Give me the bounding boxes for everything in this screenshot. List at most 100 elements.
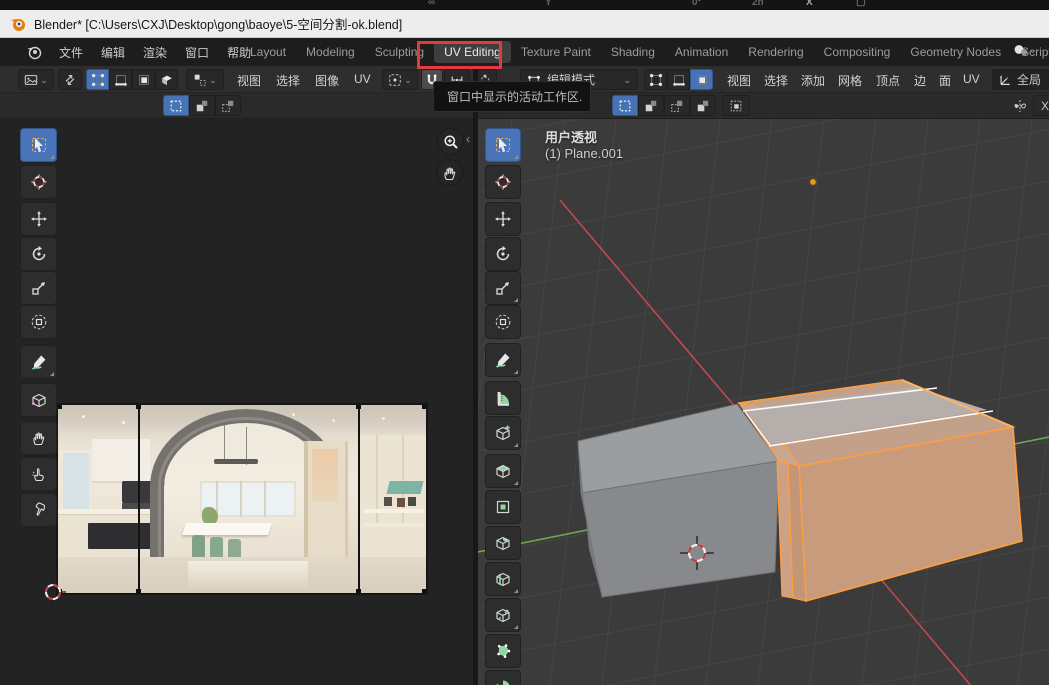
- spin-icon: [495, 679, 511, 685]
- uv-editor-type-dropdown[interactable]: ⌄: [18, 69, 54, 90]
- select-mode-edge-button[interactable]: [667, 69, 690, 90]
- select-mode-set-button[interactable]: [163, 95, 189, 116]
- annotate-tool-icon: [495, 352, 511, 368]
- vp-tool-bevel[interactable]: [485, 526, 521, 560]
- uv-tool-rip-region[interactable]: [20, 383, 57, 417]
- vp-select-mode-difference-button[interactable]: [690, 95, 716, 116]
- vp-select-mode-set-button[interactable]: [612, 95, 638, 116]
- select-mode-face-button[interactable]: [690, 69, 713, 90]
- vp-menu-vertex[interactable]: 顶点: [872, 71, 904, 90]
- tab-modeling[interactable]: Modeling: [296, 41, 365, 63]
- scale-tool-icon: [495, 280, 511, 296]
- pano-oven: [88, 523, 158, 549]
- annotation-highlight-box: [417, 41, 502, 69]
- uv-tool-annotate[interactable]: [20, 345, 57, 379]
- orientation-label: 全局: [1017, 71, 1041, 88]
- cursor-tool-icon: [31, 174, 47, 190]
- uv-select-face-button[interactable]: [132, 69, 155, 90]
- vp-menu-mesh[interactable]: 网格: [834, 71, 866, 90]
- vp-tool-rotate[interactable]: [485, 237, 521, 271]
- vp-tool-knife[interactable]: [485, 598, 521, 632]
- uv-select-edge-button[interactable]: [109, 69, 132, 90]
- vp-tool-annotate[interactable]: [485, 343, 521, 377]
- uv-sticky-selection-dropdown[interactable]: ⌄: [186, 69, 224, 90]
- vp-select-mode-extend-button[interactable]: [638, 95, 664, 116]
- vp-tool-add-cube[interactable]: [485, 416, 521, 450]
- uv-sync-selection-toggle[interactable]: [58, 69, 82, 90]
- uv-tool-pinch[interactable]: [20, 493, 57, 527]
- uv-tool-move[interactable]: [20, 202, 57, 236]
- menu-edit[interactable]: 编辑: [92, 40, 134, 65]
- uv-tool-select-box[interactable]: [20, 128, 57, 162]
- uv-zoom-button[interactable]: [437, 128, 464, 155]
- zoom-icon: [443, 134, 459, 150]
- uv-image-canvas[interactable]: [56, 403, 428, 595]
- viewport-3d-scene[interactable]: [478, 119, 1049, 685]
- uv-tool-cursor[interactable]: [20, 165, 57, 199]
- vp-tool-select-box[interactable]: [485, 128, 521, 162]
- tab-shading[interactable]: Shading: [601, 41, 665, 63]
- vp-select-mode-intersect-button[interactable]: [722, 95, 750, 116]
- uv-tool-relax[interactable]: [20, 457, 57, 491]
- tab-geometry-nodes[interactable]: Geometry Nodes: [900, 41, 1011, 63]
- vp-menu-view[interactable]: 视图: [723, 71, 755, 90]
- vp-tool-spin[interactable]: [485, 670, 521, 685]
- annotate-tool-icon: [31, 354, 47, 370]
- menu-render[interactable]: 渲染: [134, 40, 176, 65]
- vp-tool-extrude[interactable]: [485, 454, 521, 488]
- vp-menu-edge[interactable]: 边: [910, 71, 930, 90]
- uv-select-island-button[interactable]: [155, 69, 178, 90]
- vp-tool-loop-cut[interactable]: [485, 562, 521, 596]
- uv-menu-uv[interactable]: UV: [350, 71, 375, 87]
- tab-layout[interactable]: Layout: [240, 41, 296, 63]
- tab-animation[interactable]: Animation: [665, 41, 738, 63]
- light-object-dot[interactable]: [810, 179, 816, 185]
- uv-tool-rotate[interactable]: [20, 237, 57, 271]
- chevron-down-icon: ⌄: [1029, 46, 1037, 54]
- select-mode-extend-button[interactable]: [189, 95, 215, 116]
- vp-tool-transform[interactable]: [485, 305, 521, 339]
- vp-select-mode-subtract-button[interactable]: [664, 95, 690, 116]
- scene-selector[interactable]: ⌄: [1013, 42, 1037, 58]
- transform-tool-icon: [31, 314, 47, 330]
- scale-tool-icon: [31, 280, 47, 296]
- uv-pivot-dropdown[interactable]: ⌄: [382, 69, 418, 90]
- uv-menu-view[interactable]: 视图: [233, 71, 265, 90]
- vp-box-select-mode-buttons: [612, 95, 716, 116]
- blender-app-menu-icon[interactable]: [26, 44, 42, 60]
- vp-tool-move[interactable]: [485, 202, 521, 236]
- extrude-region-icon: [495, 463, 511, 479]
- transform-tool-icon: [495, 314, 511, 330]
- tab-rendering[interactable]: Rendering: [738, 41, 813, 63]
- uv-menu-select[interactable]: 选择: [272, 71, 304, 90]
- vp-tool-scale[interactable]: [485, 271, 521, 305]
- uv-tool-transform[interactable]: [20, 305, 57, 339]
- face-select-icon: [137, 73, 151, 87]
- viewport-3d-panel[interactable]: 用户透视 (1) Plane.001: [478, 119, 1049, 685]
- vp-tool-inset[interactable]: [485, 490, 521, 524]
- tab-compositing[interactable]: Compositing: [814, 41, 901, 63]
- menu-window[interactable]: 窗口: [176, 40, 218, 65]
- vp-menu-face[interactable]: 面: [935, 71, 955, 90]
- select-mode-subtract-button[interactable]: [215, 95, 241, 116]
- uv-pan-button[interactable]: [436, 159, 463, 186]
- vp-tool-measure[interactable]: [485, 381, 521, 415]
- vp-tool-poly-build[interactable]: [485, 634, 521, 668]
- gray-box-object[interactable]: [578, 404, 779, 597]
- vp-menu-uv[interactable]: UV: [959, 71, 984, 87]
- uv-tool-scale[interactable]: [20, 271, 57, 305]
- select-mode-vertex-button[interactable]: [644, 69, 667, 90]
- uv-menu-image[interactable]: 图像: [311, 71, 343, 90]
- vp-tool-cursor[interactable]: [485, 165, 521, 199]
- mirror-x-toggle[interactable]: X: [1033, 95, 1049, 116]
- vp-menu-add[interactable]: 添加: [797, 71, 829, 90]
- transform-orientation-dropdown[interactable]: 全局: [992, 69, 1049, 90]
- uv-tool-grab[interactable]: [20, 421, 57, 455]
- uv-select-vertex-button[interactable]: [86, 69, 109, 90]
- sidebar-toggle-chevron[interactable]: ‹: [466, 132, 470, 146]
- menu-file[interactable]: 文件: [50, 40, 92, 65]
- panel-divider[interactable]: [473, 66, 478, 685]
- uv-editor-panel[interactable]: ‹: [0, 119, 473, 685]
- vp-menu-select[interactable]: 选择: [760, 71, 792, 90]
- tab-texture-paint[interactable]: Texture Paint: [511, 41, 601, 63]
